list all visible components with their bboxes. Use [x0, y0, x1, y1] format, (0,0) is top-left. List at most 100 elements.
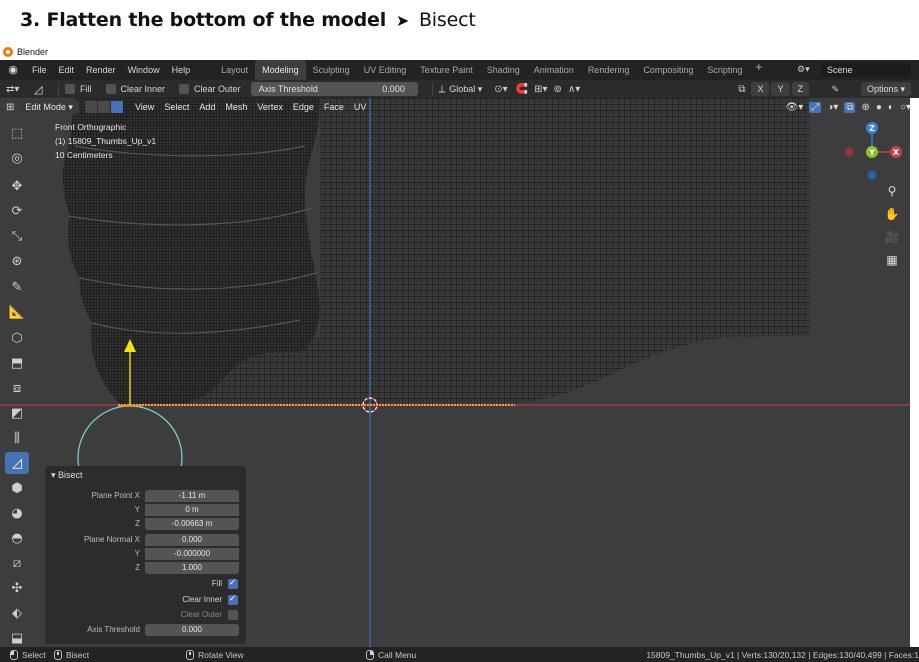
- xray-icon[interactable]: ⧉: [844, 101, 856, 113]
- plane-point-z-field[interactable]: -0.00663 m: [145, 518, 239, 530]
- plane-point-x-field[interactable]: -1.11 m: [145, 490, 239, 502]
- shading-wireframe-icon[interactable]: ⊕: [861, 102, 869, 113]
- wrench-icon[interactable]: ✎: [831, 84, 839, 95]
- grid-perspective-icon[interactable]: ▦: [881, 249, 903, 271]
- menu-edge[interactable]: Edge: [288, 102, 319, 112]
- annotate-tool-icon[interactable]: ✎: [5, 276, 29, 298]
- plane-normal-x-field[interactable]: 0.000: [145, 534, 239, 546]
- shrink-fatten-tool-icon[interactable]: ✣: [5, 577, 29, 599]
- axis-threshold-value[interactable]: 0.000: [369, 82, 418, 96]
- editor-type-icon[interactable]: ⊞: [6, 102, 14, 113]
- snap-target-icon[interactable]: ⊞▾: [534, 84, 547, 95]
- face-select-button[interactable]: [110, 101, 123, 113]
- fill-checkbox[interactable]: [228, 577, 238, 589]
- shading-material-icon[interactable]: ◐: [888, 102, 894, 113]
- gizmo-toggle-icon[interactable]: ⤢: [809, 101, 822, 113]
- pan-hand-icon[interactable]: ✋: [881, 203, 903, 225]
- smooth-tool-icon[interactable]: ◓: [5, 527, 29, 549]
- menu-mesh[interactable]: Mesh: [220, 102, 252, 112]
- visibility-icon[interactable]: 👁▾: [786, 102, 804, 113]
- tab-scripting[interactable]: Scripting: [700, 60, 749, 80]
- menu-render[interactable]: Render: [80, 60, 122, 80]
- options-dropdown[interactable]: Options ▾: [860, 82, 911, 96]
- tab-modeling[interactable]: Modeling: [255, 60, 306, 80]
- scene-icon[interactable]: ⚙▾: [797, 64, 815, 76]
- add-cube-tool-icon[interactable]: ⬡: [5, 327, 29, 349]
- menu-edit[interactable]: Edit: [53, 60, 81, 80]
- move-tool-icon[interactable]: ✥: [5, 175, 29, 197]
- spin-tool-icon[interactable]: ◕: [5, 502, 29, 524]
- loop-cut-tool-icon[interactable]: ⫼: [5, 427, 29, 449]
- panel-header[interactable]: ▾ Bisect: [51, 470, 83, 481]
- mode-selector[interactable]: Edit Mode ▾: [19, 100, 79, 114]
- edge-select-button[interactable]: [97, 101, 110, 113]
- heading-step: Bisect: [418, 9, 476, 31]
- panel-title: Bisect: [58, 470, 83, 480]
- rip-tool-icon[interactable]: ⬓: [5, 627, 29, 649]
- tab-shading[interactable]: Shading: [480, 60, 527, 80]
- tab-compositing[interactable]: Compositing: [636, 60, 700, 80]
- tab-sculpting[interactable]: Sculpting: [306, 60, 357, 80]
- clear-outer-checkbox[interactable]: [228, 610, 238, 620]
- edge-slide-tool-icon[interactable]: ⧄: [5, 552, 29, 574]
- fill-checkbox[interactable]: [65, 84, 75, 94]
- shear-tool-icon[interactable]: ⬖: [5, 602, 29, 624]
- inset-tool-icon[interactable]: ⧈: [5, 377, 29, 399]
- orientation-dropdown[interactable]: Global ▾: [449, 84, 482, 95]
- camera-icon[interactable]: 🎥: [881, 226, 903, 248]
- plane-point-y-field[interactable]: 0 m: [145, 504, 239, 516]
- tab-layout[interactable]: Layout: [214, 60, 255, 80]
- extrude-tool-icon[interactable]: ⬒: [5, 352, 29, 374]
- gizmo-z-label: Z: [869, 124, 875, 133]
- add-workspace-button[interactable]: +: [749, 60, 768, 80]
- axis-threshold-field[interactable]: 0.000: [145, 624, 239, 636]
- pivot-icon[interactable]: ⊙▾: [494, 84, 507, 95]
- blender-menu-icon[interactable]: ◉: [6, 63, 20, 77]
- snap-icon[interactable]: 🧲: [516, 84, 528, 95]
- shading-solid-icon[interactable]: ●: [876, 102, 882, 113]
- shading-rendered-icon[interactable]: ○▾: [900, 102, 911, 113]
- menu-face[interactable]: Face: [319, 102, 349, 112]
- menu-uv[interactable]: UV: [349, 102, 372, 112]
- mouse-right-icon: [366, 649, 374, 660]
- tab-rendering[interactable]: Rendering: [581, 60, 637, 80]
- menu-help[interactable]: Help: [166, 60, 197, 80]
- menu-window[interactable]: Window: [122, 60, 166, 80]
- navigation-gizmo[interactable]: Z Y X: [840, 118, 906, 188]
- clear-inner-checkbox[interactable]: [105, 84, 116, 94]
- tab-animation[interactable]: Animation: [527, 60, 581, 80]
- axis-threshold-field[interactable]: Axis Threshold: [250, 82, 373, 96]
- clear-outer-checkbox[interactable]: [179, 84, 190, 94]
- scene-selector[interactable]: Scene: [821, 63, 911, 77]
- transform-pivot-icon[interactable]: ⇄▾: [6, 84, 30, 95]
- mirror-y-button[interactable]: Y: [771, 82, 790, 96]
- measure-tool-icon[interactable]: 📐: [5, 301, 29, 323]
- menu-vertex[interactable]: Vertex: [252, 102, 288, 112]
- clear-inner-checkbox[interactable]: [228, 593, 238, 605]
- tab-texture-paint[interactable]: Texture Paint: [413, 60, 480, 80]
- poly-build-tool-icon[interactable]: ⬢: [5, 477, 29, 499]
- bevel-tool-icon[interactable]: ◩: [5, 402, 29, 424]
- mirror-z-button[interactable]: Z: [791, 82, 809, 96]
- bisect-tool-icon[interactable]: ◿: [5, 452, 29, 474]
- scale-tool-icon[interactable]: ⤡: [5, 225, 29, 247]
- menu-view[interactable]: View: [130, 102, 159, 112]
- tab-uv-editing[interactable]: UV Editing: [357, 60, 414, 80]
- cursor-tool-icon[interactable]: ◎: [5, 147, 29, 169]
- select-tool-icon[interactable]: ⬚: [5, 122, 29, 144]
- proportional-edit-icon[interactable]: ⊚: [554, 84, 562, 95]
- menu-file[interactable]: File: [26, 60, 53, 80]
- menu-add[interactable]: Add: [194, 102, 220, 112]
- zoom-icon[interactable]: ⚲: [881, 180, 903, 202]
- vertex-select-button[interactable]: [84, 101, 97, 113]
- plane-normal-z-field[interactable]: 1.000: [145, 562, 239, 574]
- plane-normal-y-row: Y -0.000000: [45, 548, 246, 560]
- mirror-x-button[interactable]: X: [751, 82, 770, 96]
- status-bisect: Bisect: [54, 649, 186, 660]
- falloff-icon[interactable]: ∧▾: [568, 84, 580, 95]
- transform-tool-icon[interactable]: ⊛: [5, 250, 29, 272]
- rotate-tool-icon[interactable]: ⟳: [5, 200, 29, 222]
- menu-select[interactable]: Select: [159, 102, 194, 112]
- plane-normal-y-field[interactable]: -0.000000: [145, 548, 239, 560]
- overlay-icon[interactable]: ◑▾: [827, 102, 838, 113]
